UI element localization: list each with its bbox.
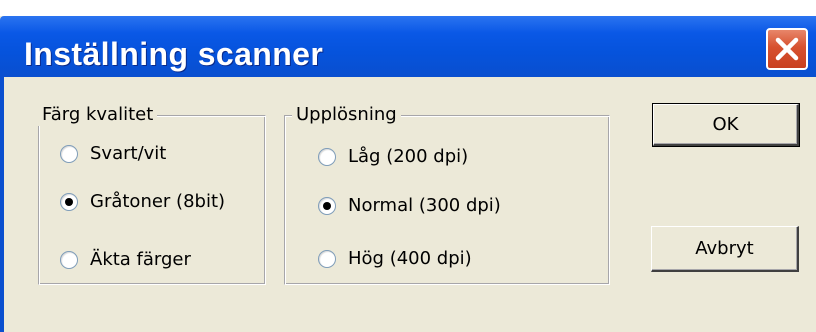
radio-label: Låg (200 dpi) bbox=[348, 146, 469, 167]
ok-button[interactable]: OK bbox=[652, 103, 800, 147]
radio-button-selected[interactable] bbox=[60, 193, 78, 211]
radio-hog-400[interactable]: Hög (400 dpi) bbox=[318, 247, 472, 271]
radio-gratoner[interactable]: Gråtoner (8bit) bbox=[60, 190, 225, 214]
radio-label: Äkta färger bbox=[90, 249, 191, 270]
close-button[interactable] bbox=[766, 28, 808, 70]
close-x-icon bbox=[775, 37, 799, 61]
radio-label: Gråtoner (8bit) bbox=[90, 191, 226, 212]
cancel-button[interactable]: Avbryt bbox=[651, 226, 799, 272]
radio-button[interactable] bbox=[318, 250, 336, 268]
window-border-left bbox=[0, 77, 4, 332]
radio-label: Hög (400 dpi) bbox=[348, 248, 472, 269]
radio-label: Svart/vit bbox=[90, 143, 167, 164]
radio-label: Normal (300 dpi) bbox=[348, 195, 501, 216]
radio-button-selected[interactable] bbox=[318, 197, 336, 215]
radio-svart-vit[interactable]: Svart/vit bbox=[60, 142, 166, 166]
screen-background-strip bbox=[0, 0, 816, 16]
radio-button[interactable] bbox=[60, 251, 78, 269]
radio-akta-farger[interactable]: Äkta färger bbox=[60, 248, 191, 272]
radio-button[interactable] bbox=[318, 148, 336, 166]
resolution-legend: Upplösning bbox=[292, 104, 401, 126]
scanner-settings-dialog: Inställning scanner Färg kvalitet Svart/… bbox=[0, 0, 816, 332]
radio-button[interactable] bbox=[60, 145, 78, 163]
radio-normal-300[interactable]: Normal (300 dpi) bbox=[318, 194, 501, 218]
title-bar[interactable]: Inställning scanner bbox=[0, 16, 816, 77]
radio-lag-200[interactable]: Låg (200 dpi) bbox=[318, 145, 468, 169]
window-title: Inställning scanner bbox=[24, 36, 324, 72]
color-quality-legend: Färg kvalitet bbox=[38, 104, 158, 126]
